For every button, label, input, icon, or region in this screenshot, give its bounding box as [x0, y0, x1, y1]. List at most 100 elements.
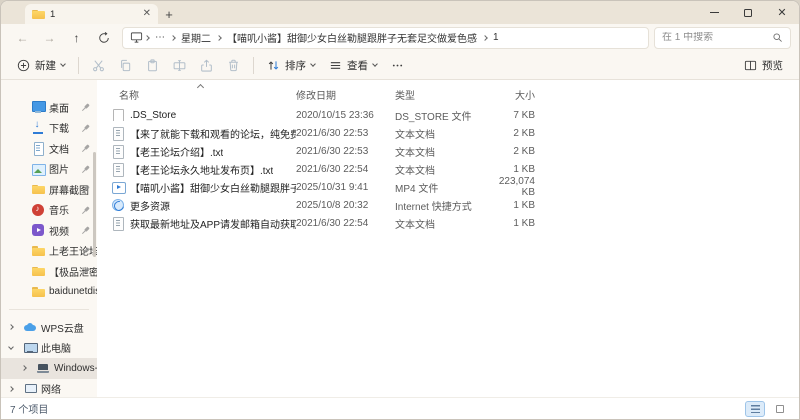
rename-icon	[173, 59, 186, 71]
file-row[interactable]: 【老王论坛介绍】.txt 2021/6/30 22:53 文本文档 2 KB	[97, 142, 799, 160]
chevron-right-icon[interactable]	[21, 365, 27, 371]
status-bar: 7 个项目	[1, 397, 799, 419]
cut-button[interactable]	[85, 53, 112, 77]
thumbnail-view-button[interactable]	[770, 401, 790, 417]
chevron-down-icon	[372, 60, 378, 67]
new-button[interactable]: 新建	[10, 53, 72, 77]
folder-icon	[32, 286, 45, 298]
file-row[interactable]: 更多资源 2025/10/8 20:32 Internet 快捷方式 1 KB	[97, 196, 799, 214]
sidebar-item[interactable]: 下载	[1, 118, 97, 139]
file-row[interactable]: 获取最新地址及APP请发邮箱自动获取.txt 2021/6/30 22:54 文本文…	[97, 214, 799, 232]
tab-close-icon[interactable]: ✕	[143, 9, 151, 19]
search-icon	[773, 33, 782, 42]
monitor-icon	[130, 32, 143, 43]
pc-icon	[24, 342, 38, 354]
file-explorer-window: 1 ✕ + ✕ ← → ↑ ⋯ 星期二 【喵叽小酱】甜御少女白丝勒腿跟胖子无套足交做…	[0, 0, 800, 420]
sidebar-item[interactable]: WPS云盘	[1, 317, 97, 338]
back-button[interactable]: ←	[9, 27, 36, 49]
up-button[interactable]: ↑	[63, 27, 90, 49]
download-icon	[32, 119, 44, 134]
file-type: 文本文档	[395, 147, 435, 159]
sidebar-item[interactable]: 屏幕截图	[1, 179, 97, 200]
column-header[interactable]: 修改日期	[296, 87, 395, 106]
breadcrumb-item[interactable]: ⋯	[151, 32, 169, 43]
view-icon	[330, 61, 341, 69]
more-button[interactable]	[384, 53, 411, 77]
column-header[interactable]: 名称	[112, 83, 296, 106]
file-date: 2021/6/30 22:54	[296, 163, 369, 175]
minimize-icon	[709, 12, 719, 13]
chevron-down-icon[interactable]	[8, 343, 14, 350]
breadcrumb-item[interactable]: 【喵叽小酱】甜御少女白丝勒腿跟胖子无套足交做爱色感	[223, 30, 481, 45]
view-button[interactable]: 查看	[322, 53, 384, 77]
file-type: MP4 文件	[395, 183, 439, 195]
forward-button[interactable]: →	[36, 27, 63, 49]
sidebar-item[interactable]: 文档	[1, 138, 97, 159]
sidebar-item[interactable]: 音乐	[1, 200, 97, 221]
text-file-icon	[112, 217, 124, 231]
chevron-down-icon	[310, 60, 316, 67]
text-file-icon	[112, 163, 124, 177]
preview-button-label: 预览	[762, 59, 783, 72]
document-icon	[32, 142, 44, 157]
sidebar-item[interactable]: 上老王论坛当	[1, 241, 97, 262]
preview-button[interactable]: 预览	[737, 53, 790, 77]
sidebar-item[interactable]: baidunetdiskdo	[1, 282, 97, 303]
copy-button[interactable]	[112, 53, 139, 77]
address-bar[interactable]: ⋯ 星期二 【喵叽小酱】甜御少女白丝勒腿跟胖子无套足交做爱色感 1	[122, 26, 649, 49]
sidebar-item[interactable]: 图片	[1, 159, 97, 180]
column-header[interactable]: 大小	[483, 87, 535, 106]
sidebar-item[interactable]: 桌面	[1, 97, 97, 118]
file-size: 2 KB	[513, 145, 535, 157]
breadcrumb-item[interactable]: 星期二	[177, 30, 215, 45]
minimize-button[interactable]	[697, 1, 731, 24]
explorer-tab[interactable]: 1 ✕	[25, 4, 158, 24]
file-rows: .DS_Store 2020/10/15 23:36 DS_STORE 文件 7 KB…	[97, 106, 799, 232]
sidebar-scrollbar[interactable]	[93, 152, 96, 257]
maximize-button[interactable]	[731, 1, 765, 24]
sidebar-item[interactable]: 网络	[1, 379, 97, 400]
window-controls: ✕	[697, 1, 799, 24]
rename-button[interactable]	[166, 53, 193, 77]
file-row[interactable]: 【老王论坛永久地址发布页】.txt 2021/6/30 22:54 文本文档 1 KB	[97, 160, 799, 178]
file-size: 223,074 KB	[498, 176, 535, 198]
chevron-right-icon[interactable]	[8, 385, 14, 392]
delete-icon	[229, 59, 238, 71]
toolbar-divider	[78, 56, 79, 74]
share-button[interactable]	[193, 53, 220, 77]
column-header-label: 名称	[119, 91, 139, 102]
tab-title: 1	[50, 8, 56, 20]
sidebar-item-label: WPS云盘	[41, 323, 84, 335]
breadcrumb-item[interactable]: 1	[489, 32, 503, 43]
close-button[interactable]: ✕	[765, 1, 799, 24]
paste-button[interactable]	[139, 53, 166, 77]
new-tab-button[interactable]: +	[158, 4, 180, 24]
network-icon	[24, 383, 37, 395]
file-row[interactable]: 【喵叽小酱】甜御少女白丝勒腿跟胖子无套足交...2025/10/31 9:41 M…	[97, 176, 799, 198]
sort-button[interactable]: 排序	[260, 53, 322, 77]
file-name-cell: .DS_Store	[112, 109, 296, 121]
breadcrumb: ⋯ 星期二 【喵叽小酱】甜御少女白丝勒腿跟胖子无套足交做爱色感 1	[143, 30, 503, 45]
delete-button[interactable]	[220, 53, 247, 77]
file-row[interactable]: .DS_Store 2020/10/15 23:36 DS_STORE 文件 7 KB	[97, 106, 799, 124]
file-row[interactable]: 【来了就能下载和观看的论坛，纯免费！】.txt2021/6/30 22:53 文本…	[97, 124, 799, 142]
file-type: Internet 快捷方式	[395, 201, 472, 213]
sort-icon	[268, 60, 279, 70]
sidebar-item[interactable]: 【极品泄密】	[1, 261, 97, 282]
file-name-cell: 【来了就能下载和观看的论坛，纯免费！】.txt	[112, 126, 296, 141]
desktop-icon	[32, 101, 46, 114]
sidebar-item[interactable]: 视频	[1, 220, 97, 241]
search-input[interactable]	[662, 32, 768, 43]
refresh-button[interactable]	[90, 27, 117, 49]
paste-icon	[148, 58, 157, 71]
column-header[interactable]: 类型	[395, 87, 483, 106]
sidebar-item[interactable]: Windows-SSD	[1, 358, 97, 379]
column-header-label: 修改日期	[296, 91, 336, 102]
drive-icon	[37, 362, 49, 374]
chevron-right-icon[interactable]	[8, 324, 14, 330]
sidebar-item-label: 网络	[41, 385, 61, 397]
refresh-icon	[98, 31, 109, 43]
details-view-button[interactable]	[745, 400, 765, 417]
file-type: 文本文档	[395, 219, 435, 231]
sidebar-item[interactable]: 此电脑	[1, 338, 97, 359]
